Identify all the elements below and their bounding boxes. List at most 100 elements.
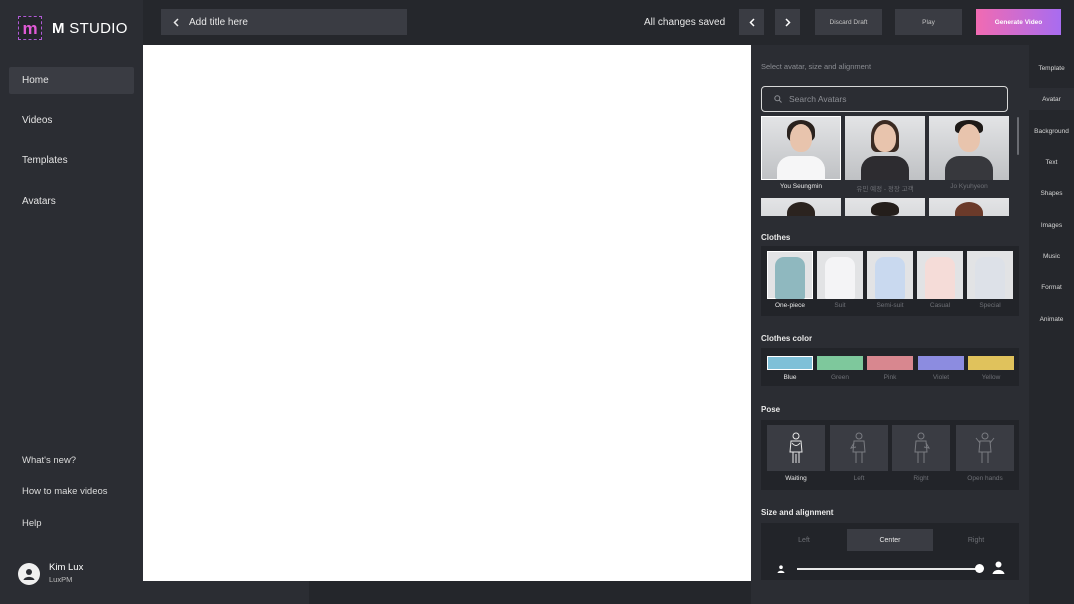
clothes-title: Clothes xyxy=(761,233,791,242)
top-bar: Add title here All changes saved Discard… xyxy=(143,0,1074,45)
nav-item-avatars[interactable]: Avatars xyxy=(9,188,134,215)
avatar-card[interactable] xyxy=(761,198,841,216)
size-slider-track[interactable] xyxy=(797,568,979,570)
tab-shapes[interactable]: Shapes xyxy=(1029,182,1074,204)
avatar-card[interactable]: Jo Kyuhyeon xyxy=(929,116,1009,190)
pose-option-right[interactable]: Right xyxy=(892,425,950,482)
avatar-name: You Seungmin xyxy=(779,183,823,190)
pose-right-icon xyxy=(892,425,950,471)
color-option-yellow[interactable]: Yellow xyxy=(968,356,1014,381)
save-status: All changes saved xyxy=(644,17,726,28)
avatar-card[interactable] xyxy=(929,198,1009,216)
clothes-image xyxy=(867,251,913,299)
nav-item-videos[interactable]: Videos xyxy=(9,107,134,134)
clothes-label: One-piece xyxy=(775,302,805,309)
tab-template[interactable]: Template xyxy=(1029,57,1074,79)
pose-label: Waiting xyxy=(785,475,807,482)
avatar-photo xyxy=(845,116,925,180)
brand-logo[interactable]: m M STUDIO xyxy=(18,16,128,40)
whats-new-link[interactable]: What's new? xyxy=(22,455,76,466)
editor-tabs: Template Avatar Background Text Shapes I… xyxy=(1029,45,1074,604)
video-canvas[interactable] xyxy=(143,45,751,581)
play-button[interactable]: Play xyxy=(895,9,962,35)
pose-title: Pose xyxy=(761,405,781,414)
nav-item-templates[interactable]: Templates xyxy=(9,147,134,174)
tab-images[interactable]: Images xyxy=(1029,214,1074,236)
pose-option-open-hands[interactable]: Open hands xyxy=(956,425,1014,482)
nav-item-home[interactable]: Home xyxy=(9,67,134,94)
redo-button[interactable] xyxy=(775,9,800,35)
sidebar: m M STUDIO Home Videos Templates Avatars… xyxy=(0,0,143,604)
color-option-violet[interactable]: Violet xyxy=(918,356,964,381)
pose-option-waiting[interactable]: Waiting xyxy=(767,425,825,482)
pose-label: Left xyxy=(853,475,865,482)
app-root: m M STUDIO Home Videos Templates Avatars… xyxy=(0,0,1074,604)
brand-name-bold: M xyxy=(52,19,65,37)
size-alignment-title: Size and alignment xyxy=(761,508,834,517)
discard-draft-button[interactable]: Discard Draft xyxy=(815,9,882,35)
user-profile[interactable]: Kim Lux LuxPM xyxy=(18,562,83,586)
avatar-photo xyxy=(929,116,1009,180)
clothes-option-one-piece[interactable]: One-piece xyxy=(767,251,813,309)
tab-text[interactable]: Text xyxy=(1029,151,1074,173)
help-link[interactable]: Help xyxy=(22,518,42,529)
clothes-image xyxy=(967,251,1013,299)
avatar-list-scrollbar[interactable] xyxy=(1017,117,1019,155)
pose-waiting-icon xyxy=(767,425,825,471)
color-swatch xyxy=(767,356,813,370)
generate-video-button[interactable]: Generate Video xyxy=(976,9,1061,35)
chevron-left-icon xyxy=(748,17,755,27)
color-option-blue[interactable]: Blue xyxy=(767,356,813,381)
tab-avatar[interactable]: Avatar xyxy=(1029,88,1074,110)
clothes-label: Special xyxy=(979,302,1001,309)
color-option-pink[interactable]: Pink xyxy=(867,356,913,381)
avatar-name: Jo Kyuhyeon xyxy=(950,183,988,190)
clothes-color-box: Blue Green Pink Violet Yellow xyxy=(761,348,1019,386)
clothes-option-semi-suit[interactable]: Semi-suit xyxy=(867,251,913,309)
search-icon xyxy=(774,95,782,103)
avatar-photo xyxy=(761,116,841,180)
align-left-option[interactable]: Left xyxy=(761,529,847,551)
align-right-option[interactable]: Right xyxy=(933,529,1019,551)
video-title-field[interactable]: Add title here xyxy=(161,9,407,35)
avatar-grid: You Seungmin 유민 예정 - 정장 고객 Jo Kyuhyeon xyxy=(761,116,1011,216)
tab-background[interactable]: Background xyxy=(1029,120,1074,142)
avatar-card[interactable]: 유민 예정 - 정장 고객 xyxy=(845,116,925,193)
search-avatars-input[interactable]: Search Avatars xyxy=(761,86,1008,112)
timeline-segment[interactable] xyxy=(309,581,751,604)
color-swatch xyxy=(867,356,913,370)
person-small-icon xyxy=(777,565,785,573)
clothes-option-suit[interactable]: Suit xyxy=(817,251,863,309)
tab-animate[interactable]: Animate xyxy=(1029,308,1074,330)
pose-box: Waiting Left Right Open hands xyxy=(761,420,1019,490)
clothes-color-title: Clothes color xyxy=(761,334,813,343)
avatar-photo xyxy=(761,198,841,216)
clothes-box: One-piece Suit Semi-suit Casual Special xyxy=(761,246,1019,316)
clothes-image xyxy=(917,251,963,299)
pose-option-left[interactable]: Left xyxy=(830,425,888,482)
how-to-make-videos-link[interactable]: How to make videos xyxy=(22,486,108,497)
avatar-card[interactable]: You Seungmin xyxy=(761,116,841,190)
clothes-option-special[interactable]: Special xyxy=(967,251,1013,309)
logo-mark: m xyxy=(18,16,42,40)
avatar-card[interactable] xyxy=(845,198,925,216)
clothes-option-casual[interactable]: Casual xyxy=(917,251,963,309)
color-option-green[interactable]: Green xyxy=(817,356,863,381)
pose-label: Open hands xyxy=(967,475,1003,482)
size-slider-knob[interactable] xyxy=(975,564,984,573)
clothes-image xyxy=(817,251,863,299)
user-name: Kim Lux xyxy=(49,562,84,573)
undo-button[interactable] xyxy=(739,9,764,35)
user-role: LuxPM xyxy=(49,575,73,584)
chevron-left-icon xyxy=(173,17,179,27)
clothes-label: Semi-suit xyxy=(876,302,904,309)
avatar-name: 유민 예정 - 정장 고객 xyxy=(856,186,914,193)
color-label: Yellow xyxy=(981,374,1001,381)
panel-subtitle: Select avatar, size and alignment xyxy=(761,62,872,71)
avatar-panel: Select avatar, size and alignment Search… xyxy=(751,45,1029,604)
align-center-option[interactable]: Center xyxy=(847,529,933,551)
tab-format[interactable]: Format xyxy=(1029,276,1074,298)
color-label: Violet xyxy=(932,374,950,381)
tab-music[interactable]: Music xyxy=(1029,245,1074,267)
color-label: Green xyxy=(830,374,850,381)
